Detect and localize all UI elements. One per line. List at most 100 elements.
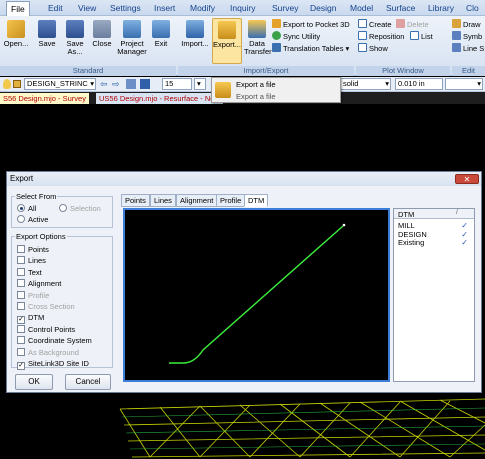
- project-manager-button[interactable]: Project Manager: [116, 20, 148, 56]
- close-icon[interactable]: ✕: [455, 174, 479, 184]
- chevron-down-icon: ▾: [197, 79, 201, 88]
- open-button[interactable]: Open...: [0, 20, 32, 48]
- alignment-end-point: [342, 223, 346, 227]
- radio-active[interactable]: Active: [17, 215, 48, 224]
- sort-icon[interactable]: /: [456, 209, 458, 216]
- checkmark-icon[interactable]: ✓: [461, 239, 468, 247]
- tab-lines[interactable]: Lines: [150, 194, 176, 207]
- export-a-file-item[interactable]: Export a file: [236, 80, 276, 90]
- close-file-icon: [93, 20, 111, 38]
- dtm-row[interactable]: Existing ✓: [398, 239, 472, 247]
- checkbox-profile[interactable]: Profile: [17, 290, 49, 300]
- menu-tab-inquiry[interactable]: Inquiry: [226, 1, 260, 16]
- checkbox-box: [17, 245, 25, 253]
- checkmark-icon: ✓: [17, 316, 25, 325]
- pocket3d-icon: [272, 19, 281, 28]
- alignment-line: [169, 225, 344, 364]
- reposition-icon: [358, 31, 367, 40]
- checkmark-icon[interactable]: ✓: [461, 222, 468, 230]
- symbol-icon: [452, 31, 461, 40]
- checkbox-control-points[interactable]: Control Points: [17, 324, 75, 334]
- number-select[interactable]: 15: [162, 78, 192, 90]
- menu-tab-settings[interactable]: Settings: [106, 1, 145, 16]
- show-item[interactable]: Show: [358, 43, 388, 54]
- tab-profile[interactable]: Profile: [216, 194, 246, 207]
- checkbox-box: [17, 302, 25, 310]
- save-button[interactable]: Save: [34, 20, 60, 48]
- pen-icon[interactable]: [140, 79, 150, 89]
- tin-mesh-background: [119, 398, 485, 458]
- layer-icon: [13, 80, 21, 88]
- open-folder-icon: [7, 20, 25, 38]
- list-icon: [410, 31, 419, 40]
- tab-dtm[interactable]: DTM: [244, 194, 269, 207]
- save-disk-icon: [38, 20, 56, 38]
- dialog-title-bar: Export: [7, 172, 481, 186]
- layer-manager-icon[interactable]: [126, 79, 136, 89]
- menu-tab-model[interactable]: Model: [346, 1, 377, 16]
- menu-bar: File Edit View Settings Insert Modify In…: [0, 0, 485, 16]
- checkbox-as-background[interactable]: As Background: [17, 347, 79, 357]
- number-dropdown[interactable]: ▾: [194, 78, 206, 90]
- checkbox-text[interactable]: Text: [17, 267, 42, 277]
- export-pocket3d-item[interactable]: Export to Pocket 3D: [272, 19, 350, 30]
- menu-tab-file[interactable]: File: [6, 1, 30, 16]
- list-item[interactable]: List: [410, 31, 433, 42]
- cancel-button[interactable]: Cancel: [65, 374, 111, 390]
- translation-tables-item[interactable]: Translation Tables ▾: [272, 43, 349, 54]
- linetype-select[interactable]: solid ▾: [341, 78, 391, 90]
- menu-tab-surface[interactable]: Surface: [382, 1, 419, 16]
- save-as-button[interactable]: Save As...: [62, 20, 88, 56]
- tab-alignment[interactable]: Alignment: [176, 194, 218, 207]
- line-style-item[interactable]: Line S: [452, 43, 484, 54]
- checkbox-coordinate-system[interactable]: Coordinate System: [17, 336, 92, 345]
- arrow-right-icon[interactable]: ⇨: [112, 79, 120, 90]
- menu-tab-design[interactable]: Design: [306, 1, 340, 16]
- menu-tab-insert[interactable]: Insert: [150, 1, 179, 16]
- layer-select[interactable]: DESIGN_STRINC ▾: [24, 78, 96, 90]
- preview-viewport[interactable]: [123, 208, 390, 382]
- chevron-down-icon: ▾: [90, 79, 94, 88]
- radio-selection[interactable]: Selection: [59, 204, 101, 213]
- checkbox-box: [17, 324, 25, 333]
- arrow-left-icon[interactable]: ⇦: [100, 79, 108, 90]
- color-select[interactable]: ▾: [445, 78, 483, 90]
- menu-tab-view[interactable]: View: [74, 1, 100, 16]
- draw-item[interactable]: Draw: [452, 19, 481, 30]
- doc-tab-resurface[interactable]: US56 Design.mjo - Resurface - New: [96, 93, 223, 104]
- group-label-standard: Standard: [0, 66, 176, 76]
- checkbox-dtm[interactable]: ✓ DTM: [17, 313, 44, 325]
- data-transfer-button[interactable]: Data Transfer: [244, 20, 272, 56]
- tab-points[interactable]: Points: [121, 194, 150, 207]
- checkbox-alignment[interactable]: Alignment: [17, 279, 61, 288]
- chevron-down-icon: ▾: [385, 79, 389, 88]
- delete-item[interactable]: Delete: [396, 19, 429, 30]
- exit-button[interactable]: Exit: [150, 20, 172, 48]
- save-as-icon: [66, 20, 84, 38]
- menu-tab-modify[interactable]: Modify: [186, 1, 219, 16]
- checkbox-box: [17, 290, 25, 299]
- doc-tab-survey[interactable]: S56 Design.mjo - Survey: [0, 93, 89, 104]
- lineweight-select[interactable]: 0.010 in: [395, 78, 443, 90]
- reposition-item[interactable]: Reposition: [358, 31, 404, 42]
- chevron-down-icon: ▾: [343, 44, 350, 53]
- checkbox-sitelink3d-site-id[interactable]: ✓ SiteLink3D Site ID: [17, 359, 89, 370]
- lightbulb-icon[interactable]: [3, 79, 11, 89]
- sync-utility-item[interactable]: Sync Utility: [272, 31, 320, 42]
- menu-tab-edit[interactable]: Edit: [44, 1, 67, 16]
- checkbox-cross-section[interactable]: Cross Section: [17, 302, 75, 311]
- symbol-item[interactable]: Symb: [452, 31, 482, 42]
- plot-window-create-icon: [358, 19, 367, 28]
- checkbox-lines[interactable]: Lines: [17, 256, 46, 265]
- export-button[interactable]: Export...: [212, 18, 242, 64]
- import-button[interactable]: Import...: [180, 20, 210, 48]
- export-dialog: Export ✕ Select From All Selection Activ…: [6, 171, 482, 393]
- create-item[interactable]: Create: [358, 19, 392, 30]
- ok-button[interactable]: OK: [15, 374, 53, 390]
- menu-tab-survey[interactable]: Survey: [268, 1, 302, 16]
- checkbox-points[interactable]: Points: [17, 245, 49, 254]
- menu-tab-library[interactable]: Library: [424, 1, 458, 16]
- menu-tab-clo[interactable]: Clo: [462, 1, 483, 16]
- close-button[interactable]: Close: [90, 20, 114, 48]
- radio-all[interactable]: All: [17, 204, 36, 213]
